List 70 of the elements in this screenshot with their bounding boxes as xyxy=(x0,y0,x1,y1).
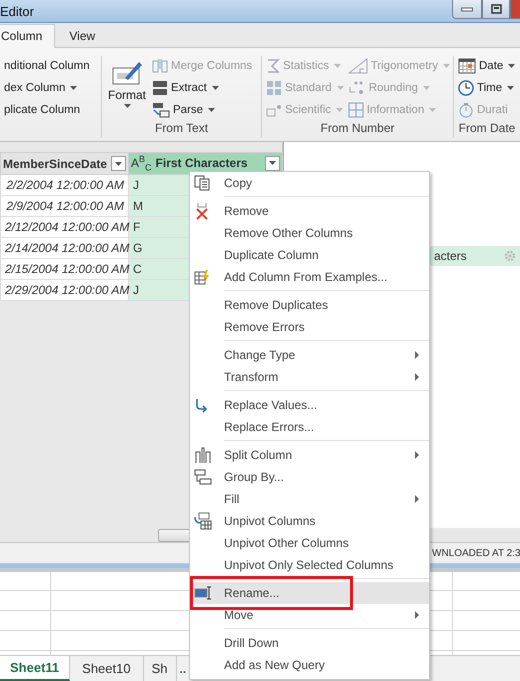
window-title: Editor xyxy=(0,4,34,18)
format-button[interactable]: Format xyxy=(105,56,149,121)
rename-icon xyxy=(194,585,212,601)
menu-item[interactable]: Change Type xyxy=(190,344,429,366)
ribbon-button[interactable]: Date xyxy=(457,56,516,76)
menu-item[interactable]: Move xyxy=(190,604,429,626)
ribbon-button[interactable]: Extract xyxy=(151,78,254,98)
extract-icon xyxy=(152,79,168,97)
menu-item[interactable]: Replace Values... xyxy=(190,394,429,416)
group-label: From Number xyxy=(319,121,396,137)
table-cell: 2/29/2004 12:00:00 AM xyxy=(0,280,128,300)
trigonometry-icon xyxy=(348,58,368,74)
standard-icon xyxy=(266,80,282,96)
menu-item[interactable]: Add as New Query xyxy=(190,654,429,676)
menu-item[interactable]: Split Column xyxy=(190,444,429,466)
menu-item[interactable]: Remove Errors xyxy=(190,316,429,338)
table-lightning-icon xyxy=(194,269,210,285)
menu-item[interactable]: Unpivot Columns xyxy=(190,510,429,532)
sheet-tab[interactable]: Sheet10 xyxy=(70,656,144,681)
menu-item[interactable]: Drill Down xyxy=(190,632,429,654)
split-column-icon xyxy=(194,446,212,464)
stopwatch-icon xyxy=(458,102,474,118)
minimize-icon xyxy=(461,6,473,12)
status-text: WNLOADED AT 2:3 xyxy=(432,548,520,558)
maximize-icon xyxy=(490,4,502,14)
sheet-tab[interactable]: Sh xyxy=(144,656,176,681)
ribbon-tab[interactable]: View xyxy=(55,24,108,48)
menu-item[interactable]: Replace Errors... xyxy=(190,416,429,438)
header-label: First Characters xyxy=(156,156,248,170)
table-cell: 2/12/2004 12:00:00 AM xyxy=(0,216,128,238)
unpivot-icon xyxy=(194,512,212,530)
ribbon-tab[interactable]: Column xyxy=(0,24,56,48)
ribbon-button[interactable]: Parse xyxy=(151,100,254,120)
table-cell: 2/14/2004 12:00:00 AM xyxy=(0,238,128,258)
caret-icon xyxy=(115,162,122,166)
more-sheets[interactable]: .. xyxy=(176,662,186,676)
header-label: MemberSinceDate xyxy=(3,156,108,170)
replace-values-icon xyxy=(194,397,210,413)
ribbon-button[interactable]: dex Column xyxy=(3,78,91,98)
information-icon xyxy=(348,102,364,118)
sheet-tab[interactable]: Sheet11 xyxy=(0,656,70,681)
table-cell: 2/15/2004 12:00:00 AM xyxy=(0,258,128,280)
menu-item[interactable]: Unpivot Only Selected Columns xyxy=(190,554,429,576)
table-cell: 2/9/2004 12:00:00 AM xyxy=(0,196,128,216)
column-header[interactable]: A$^{B}$$_{C}$ First Characters xyxy=(128,152,282,174)
filter-button[interactable] xyxy=(111,156,126,171)
clock-icon xyxy=(458,80,474,96)
caret-icon xyxy=(269,161,276,166)
group-label: From Date xyxy=(458,121,516,137)
filter-button[interactable] xyxy=(265,156,280,171)
group-label: From Text xyxy=(154,121,210,137)
menu-item[interactable]: Rename... xyxy=(190,582,429,604)
menu-item[interactable]: Unpivot Other Columns xyxy=(190,532,429,554)
remove-icon xyxy=(194,202,210,220)
parse-icon xyxy=(152,102,170,118)
merge-icon xyxy=(152,58,168,74)
ribbon-button[interactable]: Time xyxy=(457,78,516,98)
minimize-button[interactable] xyxy=(452,0,482,19)
calendar-icon xyxy=(458,58,476,74)
maximize-button[interactable] xyxy=(482,0,510,19)
copy-icon xyxy=(194,175,210,191)
group-by-icon xyxy=(194,469,212,485)
step-label: acters xyxy=(434,249,467,263)
menu-item[interactable]: Fill xyxy=(190,488,429,510)
ribbon-button[interactable]: nditional Column xyxy=(3,56,91,76)
table-cell: 2/2/2004 12:00:00 AM xyxy=(0,174,128,196)
menu-item[interactable]: Group By... xyxy=(190,466,429,488)
menu-item[interactable]: Transform xyxy=(190,366,429,388)
column-header[interactable]: MemberSinceDate xyxy=(0,152,128,174)
ribbon-button[interactable]: plicate Column xyxy=(3,100,91,120)
